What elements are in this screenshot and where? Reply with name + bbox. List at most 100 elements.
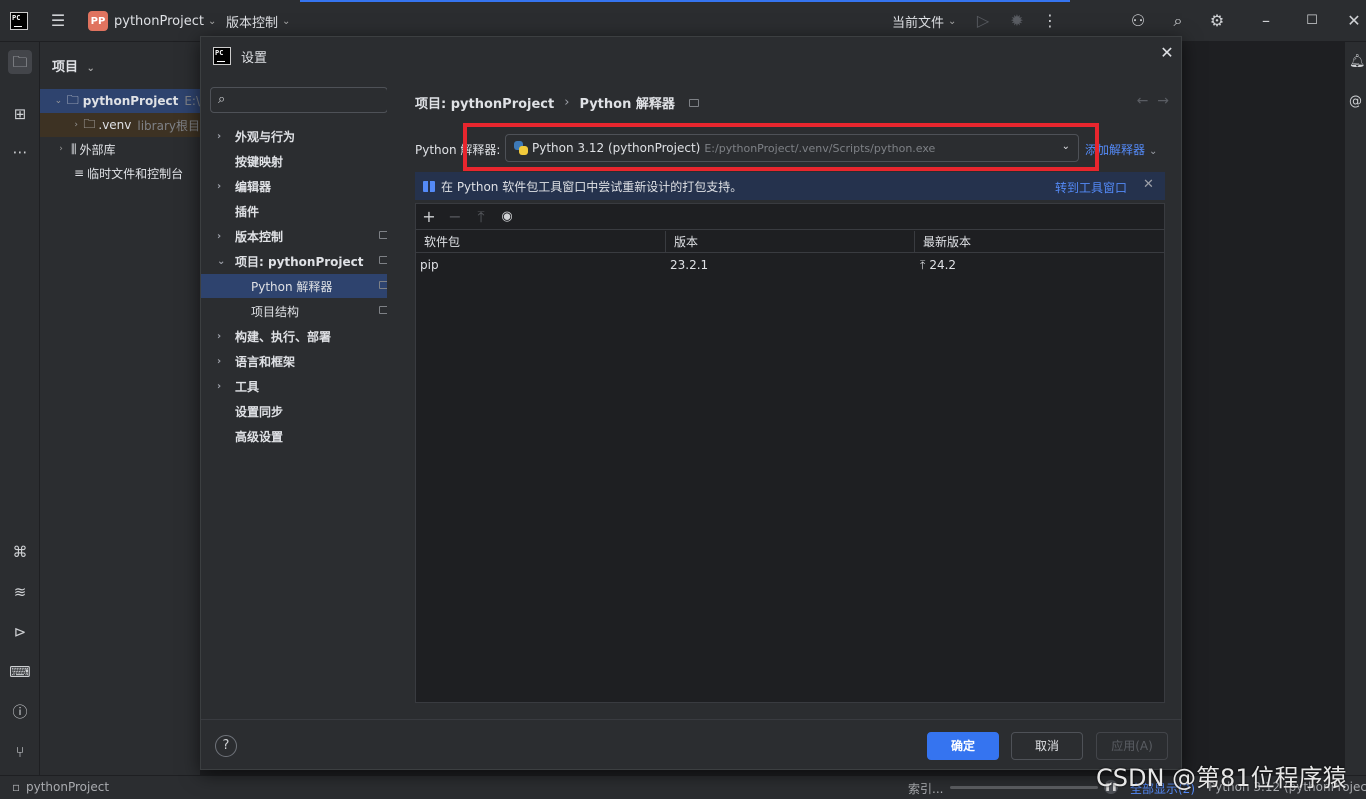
gift-icon: [423, 180, 435, 192]
banner-link[interactable]: 转到工具窗口: [1055, 179, 1127, 196]
nav-vcs[interactable]: › 版本控制: [201, 224, 397, 248]
eye-icon[interactable]: ◉: [494, 209, 520, 224]
breadcrumb-leaf: Python 解释器: [579, 97, 675, 112]
chevron-right-icon: ›: [59, 144, 63, 154]
tree-item-external-libs[interactable]: › ⫼ 外部库: [40, 137, 200, 161]
info-banner: 在 Python 软件包工具窗口中尝试重新设计的打包支持。 转到工具窗口 ✕: [415, 172, 1165, 200]
chevron-right-icon: ›: [217, 330, 222, 342]
maximize-icon[interactable]: ☐: [1302, 11, 1322, 31]
tree-item-label: 外部库: [79, 142, 116, 157]
services-icon[interactable]: ⊳: [8, 620, 32, 644]
settings-search-input[interactable]: [239, 91, 379, 109]
close-icon[interactable]: ✕: [1159, 45, 1175, 61]
project-panel: 项目 ⌄ ⌄ 🗀 pythonProject E:\ › 🗀 .venv lib…: [40, 42, 200, 775]
settings-search[interactable]: ⌕: [210, 87, 388, 113]
nav-languages[interactable]: › 语言和框架: [201, 349, 397, 373]
pycharm-logo-icon: PC: [213, 47, 231, 65]
window-close-icon[interactable]: ✕: [1344, 11, 1364, 31]
column-header[interactable]: 最新版本: [915, 231, 1164, 253]
project-scope-icon: [688, 98, 699, 107]
back-arrow-icon[interactable]: ←: [1137, 93, 1149, 109]
search-icon[interactable]: ⌕: [1168, 11, 1188, 31]
package-latest: ⤒ 24.2: [916, 254, 1164, 276]
nav-project[interactable]: ⌄ 项目: pythonProject: [201, 249, 397, 273]
apply-button[interactable]: 应用(A): [1096, 732, 1168, 760]
chevron-down-icon: ⌄: [207, 15, 217, 27]
problems-icon[interactable]: ⓘ: [8, 700, 32, 724]
settings-gear-icon[interactable]: ⚙: [1207, 11, 1227, 31]
cancel-button[interactable]: 取消: [1011, 732, 1083, 760]
nav-plugins[interactable]: 插件: [201, 199, 397, 223]
tree-item-venv[interactable]: › 🗀 .venv library根目: [40, 113, 200, 137]
minimize-icon[interactable]: –: [1256, 11, 1276, 31]
more-tools-icon[interactable]: ⋯: [8, 140, 32, 164]
git-branch-icon[interactable]: ⑂: [8, 740, 32, 764]
tree-item-root[interactable]: ⌄ 🗀 pythonProject E:\: [40, 89, 200, 113]
settings-content: 项目: pythonProject › Python 解释器 ← → Pytho…: [387, 77, 1181, 719]
status-project[interactable]: pythonProject: [26, 780, 109, 794]
indexing-progress-bar: [950, 786, 1098, 789]
nav-label: 设置同步: [235, 404, 284, 419]
table-row[interactable]: pip 23.2.1 ⤒ 24.2: [416, 254, 1164, 276]
remove-icon[interactable]: −: [442, 207, 468, 226]
chevron-down-icon: ⌄: [217, 255, 226, 267]
nav-editor[interactable]: › 编辑器: [201, 174, 397, 198]
nav-build[interactable]: › 构建、执行、部署: [201, 324, 397, 348]
run-icon[interactable]: ▷: [973, 11, 993, 31]
upgrade-icon[interactable]: ⤒: [468, 207, 494, 227]
nav-tools[interactable]: › 工具: [201, 374, 397, 398]
package-latest-version: 24.2: [929, 258, 957, 272]
nav-keymap[interactable]: 按键映射: [201, 149, 397, 173]
chevron-right-icon: ›: [564, 95, 570, 110]
terminal-icon[interactable]: ⌨: [8, 660, 32, 684]
project-folder-icon[interactable]: 🗀: [8, 50, 32, 74]
chevron-right-icon: ›: [217, 230, 222, 242]
notifications-icon[interactable]: 🔔︎: [1349, 54, 1366, 72]
nav-settings-sync[interactable]: 设置同步: [201, 399, 397, 423]
forward-arrow-icon[interactable]: →: [1157, 93, 1169, 109]
status-indexing: 索引...: [908, 782, 944, 796]
vcs-menu[interactable]: 版本控制 ⌄: [226, 10, 290, 32]
tree-item-tag: library根目: [137, 118, 200, 133]
project-selector[interactable]: PP pythonProject ⌄: [88, 10, 216, 32]
nav-project-structure[interactable]: 项目结构: [201, 299, 397, 323]
close-icon[interactable]: ✕: [1143, 177, 1154, 192]
add-icon[interactable]: +: [416, 207, 442, 226]
nav-appearance[interactable]: › 外观与行为: [201, 124, 397, 148]
packages-toolbar: + − ⤒ ◉: [416, 204, 1164, 230]
more-actions-icon[interactable]: ⋮: [1040, 11, 1060, 31]
nav-python-interpreter[interactable]: Python 解释器: [201, 274, 397, 298]
column-header[interactable]: 软件包: [416, 231, 666, 253]
nav-label: 语言和框架: [235, 354, 296, 369]
structure-icon[interactable]: ⊞: [8, 102, 32, 126]
column-header[interactable]: 版本: [666, 231, 915, 253]
project-badge: PP: [88, 11, 108, 31]
chevron-right-icon: ›: [217, 130, 222, 142]
main-menu-icon[interactable]: ☰: [48, 11, 68, 31]
ai-assistant-icon[interactable]: @: [1349, 94, 1366, 112]
project-panel-title[interactable]: 项目 ⌄: [52, 56, 95, 75]
chevron-down-icon: ⌄: [86, 63, 95, 74]
breadcrumb-root[interactable]: 项目: pythonProject: [415, 93, 554, 112]
nav-label: 外观与行为: [235, 129, 296, 144]
nav-label: 项目: pythonProject: [235, 254, 364, 269]
run-config-selector[interactable]: 当前文件 ⌄: [892, 10, 956, 32]
debug-icon[interactable]: ✹: [1007, 11, 1027, 31]
add-user-icon[interactable]: ⚇: [1128, 11, 1148, 31]
nav-label: 项目结构: [251, 304, 300, 319]
nav-advanced[interactable]: 高级设置: [201, 424, 397, 448]
library-icon: ⫼: [71, 141, 77, 156]
vcs-label: 版本控制: [226, 15, 279, 31]
tree-item-scratches[interactable]: ≡ 临时文件和控制台: [40, 161, 200, 185]
breadcrumb: 项目: pythonProject › Python 解释器: [415, 93, 699, 112]
search-icon: ⌕: [218, 92, 226, 107]
package-version: 23.2.1: [670, 258, 709, 272]
package-name: pip: [420, 258, 439, 272]
nav-label: 构建、执行、部署: [235, 329, 332, 344]
table-header: 软件包 版本 最新版本: [416, 231, 1164, 253]
status-project-icon: ▫: [12, 780, 21, 794]
help-button[interactable]: ?: [215, 735, 237, 757]
python-console-icon[interactable]: ⌘: [8, 540, 32, 564]
python-packages-icon[interactable]: ≋: [8, 580, 32, 604]
ok-button[interactable]: 确定: [927, 732, 999, 760]
